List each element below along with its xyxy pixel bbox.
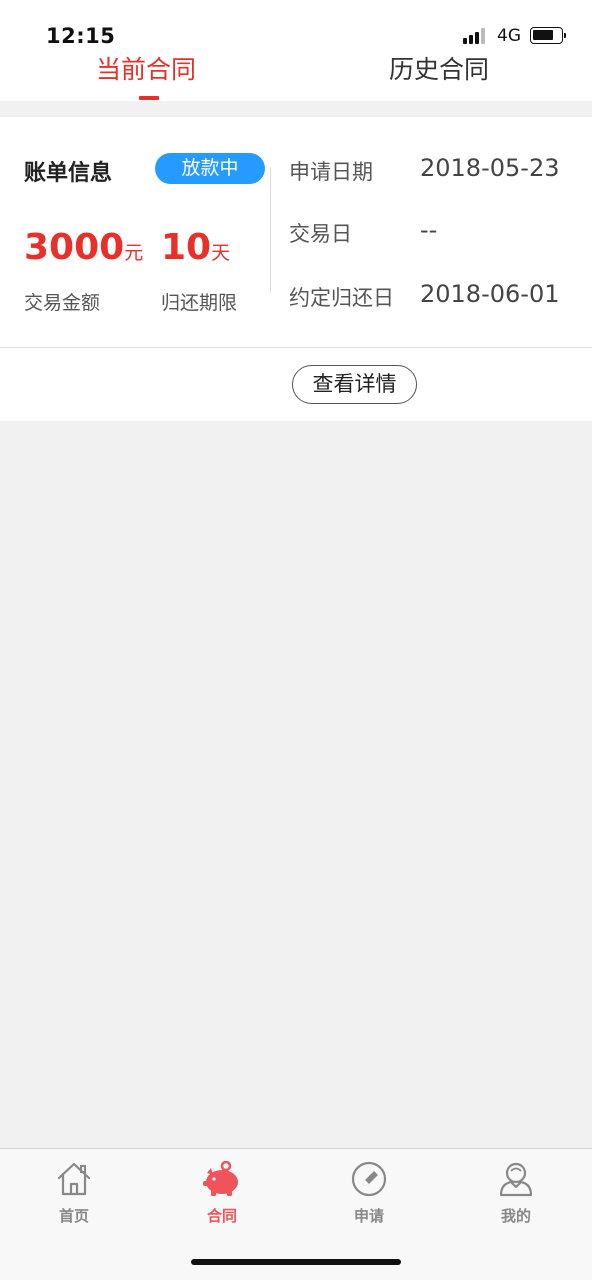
amount-value: 3000 [24,227,125,268]
horizontal-divider [0,347,592,348]
transaction-amount: 3000元 [24,227,143,268]
tabbar-label-apply: 申请 [353,1207,384,1225]
bill-title: 账单信息 [24,161,113,186]
tabbar-label-contract: 合同 [206,1207,237,1225]
piggy-bank-icon [203,1161,238,1196]
tabbar-label-mine: 我的 [500,1207,531,1225]
term-unit: 天 [211,242,231,264]
home-indicator [191,1259,401,1265]
vertical-divider [270,167,271,293]
tabbar-item-apply[interactable]: 申请 [329,1161,409,1226]
term-value: 10 [161,227,212,268]
view-details-button[interactable]: 查看详情 [292,365,417,404]
tabbar-item-contract[interactable]: 合同 [182,1161,262,1226]
tab-history-contract[interactable]: 历史合同 [389,50,489,86]
due-date-label: 约定归还日 [289,286,394,310]
trade-date-label: 交易日 [289,222,352,246]
network-type: 4G [497,26,521,46]
pencil-icon [351,1161,387,1197]
repayment-term: 10天 [161,227,230,268]
user-icon [499,1162,533,1197]
tab-current-contract[interactable]: 当前合同 [96,50,196,86]
apply-date-value: 2018-05-23 [420,154,560,182]
apply-date-label: 申请日期 [289,160,373,184]
amount-unit: 元 [124,242,144,264]
signal-icon [463,28,491,44]
contract-tabs: 当前合同 历史合同 [0,48,592,101]
bill-card: 账单信息 放款中 3000元 10天 交易金额 归还期限 申请日期 2018-0… [0,117,592,421]
trade-date-value: -- [420,216,438,244]
status-bar: 12:15 4G [0,0,592,48]
tabbar-item-mine[interactable]: 我的 [476,1161,556,1226]
tabbar-label-home: 首页 [58,1207,89,1225]
status-badge: 放款中 [155,153,265,184]
due-date-value: 2018-06-01 [420,280,560,308]
amount-label: 交易金额 [24,292,101,314]
term-label: 归还期限 [161,292,238,314]
battery-icon [530,27,566,44]
active-tab-indicator [139,96,159,100]
tabbar-item-home[interactable]: 首页 [34,1161,114,1226]
home-icon [57,1162,91,1196]
status-time: 12:15 [46,24,116,48]
